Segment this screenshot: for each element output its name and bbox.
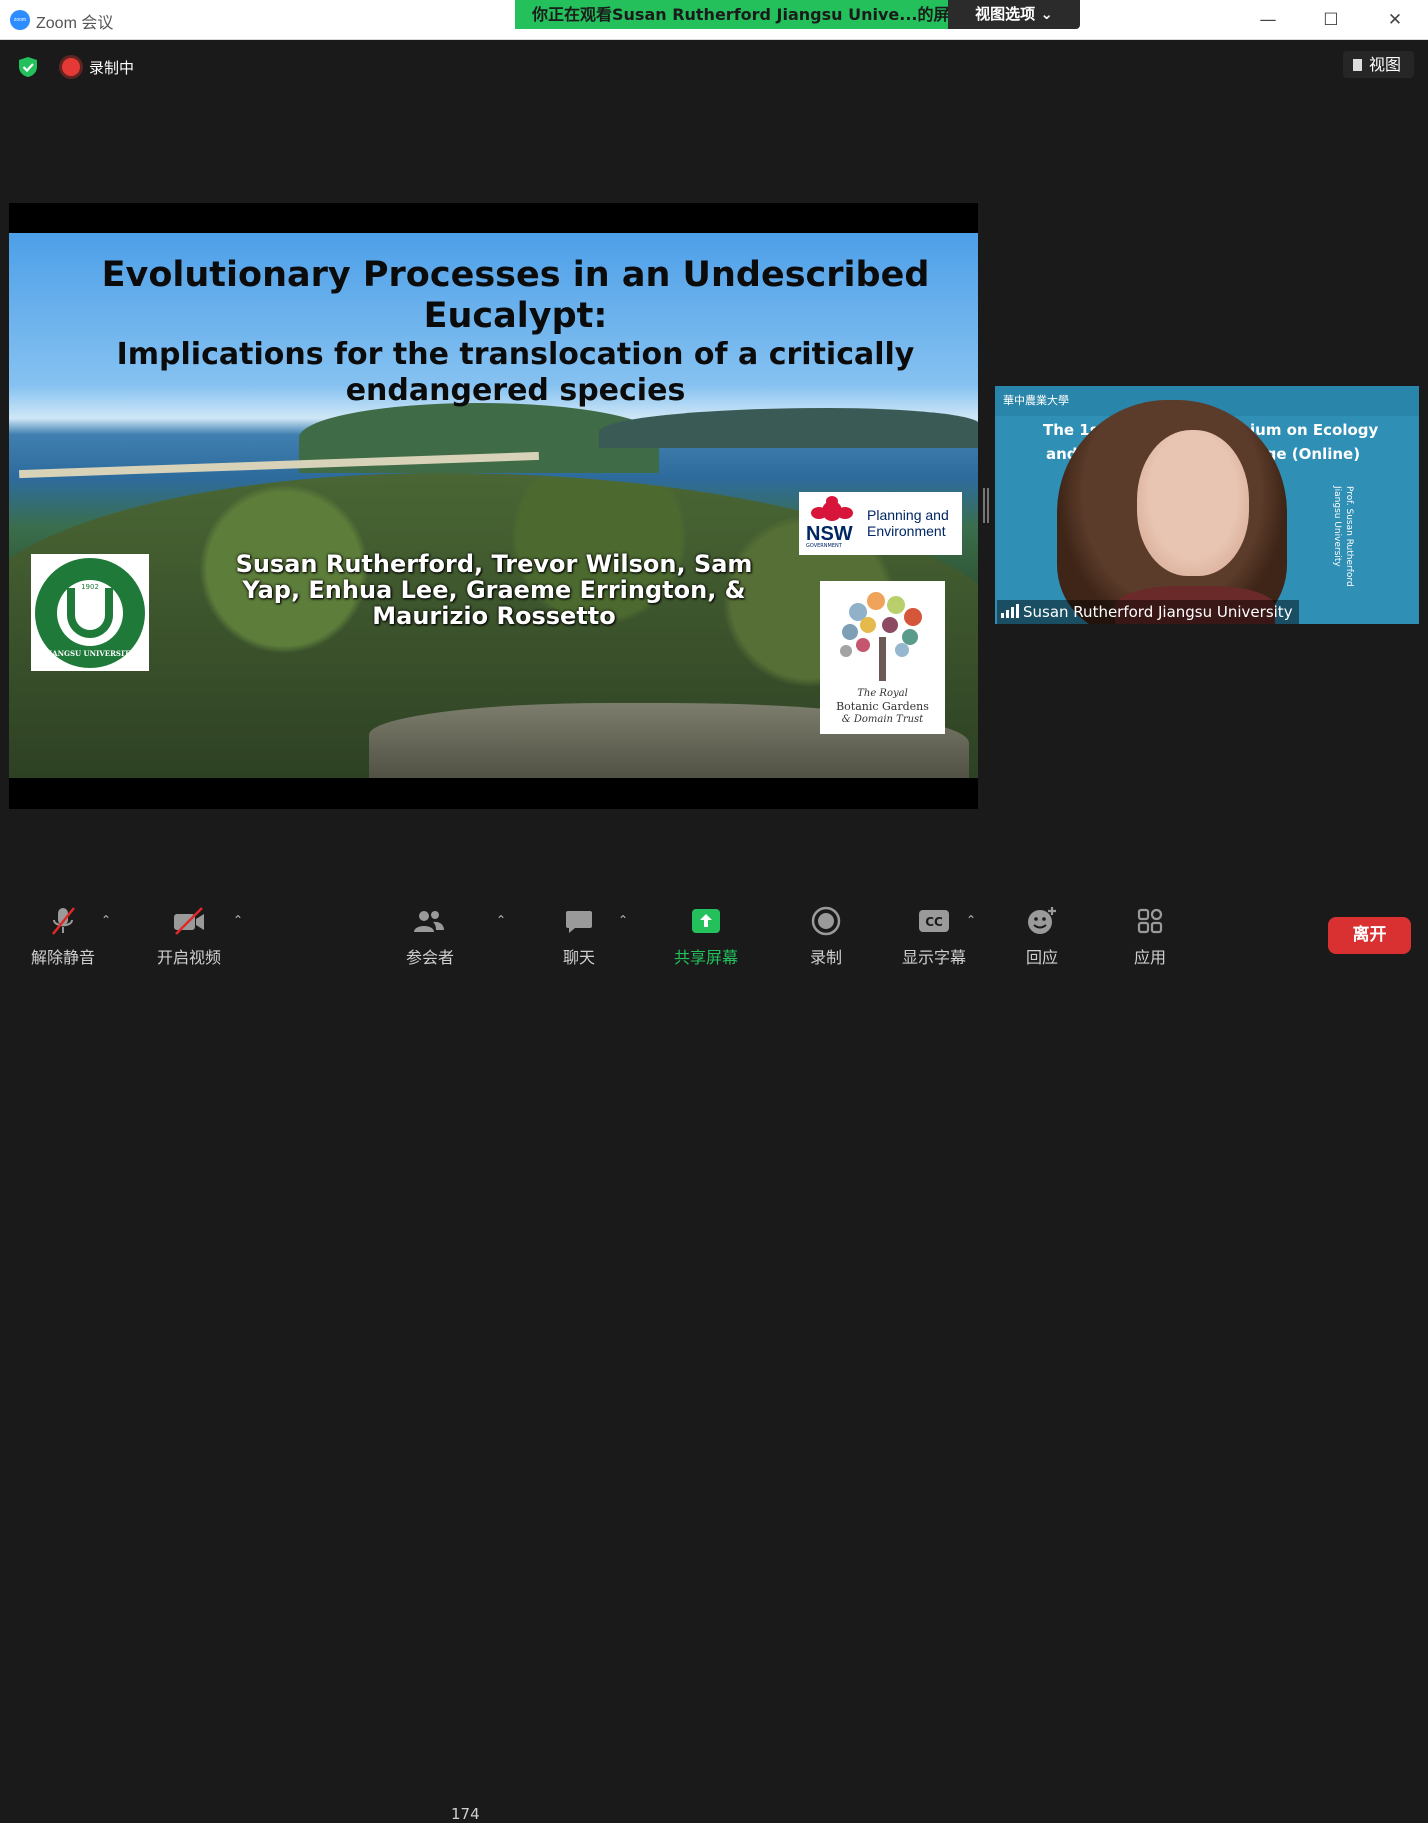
split-view-handle[interactable] (983, 488, 989, 523)
layout-icon (1353, 59, 1362, 71)
participant-name-label: Susan Rutherford Jiangsu University (997, 600, 1299, 624)
view-options-button[interactable]: 视图选项 ⌄ (948, 0, 1080, 29)
nsw-line2: Environment (867, 523, 946, 539)
shared-screen: Evolutionary Processes in an Undescribed… (9, 203, 978, 809)
university-logo: 華中農業大學 (1003, 394, 1069, 407)
close-icon[interactable]: ✕ (1383, 8, 1407, 32)
background-vertical-text: Prof. Susan Rutherford Jiangsu Universit… (1332, 486, 1354, 587)
participants-button[interactable]: 参会者 (404, 905, 456, 968)
ju-logo-j (67, 588, 113, 638)
share-screen-icon (692, 909, 720, 933)
slide-title: Evolutionary Processes in an Undescribed… (101, 255, 930, 336)
participant-count: 174 (451, 1805, 480, 1823)
slide-subtitle: Implications for the translocation of a … (116, 337, 915, 408)
nsw-government: GOVERNMENT (806, 543, 842, 549)
participant-name: Susan Rutherford Jiangsu University (1023, 603, 1293, 621)
chat-bubble-icon (566, 911, 592, 933)
rbg-text: The Royal Botanic Gardens & Domain Trust (820, 687, 945, 726)
chat-label: 聊天 (562, 948, 595, 967)
captions-options-chevron-icon[interactable]: ⌃ (964, 913, 978, 927)
screen-share-banner: 你正在观看Susan Rutherford Jiangsu Unive...的屏… (515, 0, 948, 29)
captions-label: 显示字幕 (901, 948, 966, 967)
apps-button[interactable]: 应用 (1132, 905, 1168, 968)
start-video-label: 开启视频 (156, 948, 221, 967)
jiangsu-university-logo: 1902 JIANGSU UNIVERSITY (31, 554, 149, 671)
ju-logo-text: JIANGSU UNIVERSITY (45, 649, 135, 658)
rbg-line1: The Royal (857, 688, 908, 699)
share-screen-label: 共享屏幕 (673, 948, 738, 967)
captions-icon-text: CC (925, 915, 943, 929)
security-shield-icon[interactable] (17, 56, 39, 78)
nsw-line1: Planning and (867, 507, 949, 523)
closed-captions-icon: CC (919, 910, 949, 932)
apps-label: 应用 (1133, 948, 1166, 967)
minimize-icon[interactable]: — (1256, 8, 1280, 32)
participants-options-chevron-icon[interactable]: ⌃ (494, 913, 508, 927)
speaker-face (1137, 430, 1249, 576)
signal-strength-icon (1001, 604, 1019, 618)
participants-icon (414, 911, 444, 932)
microphone-muted-icon (52, 907, 75, 935)
unmute-button[interactable]: 解除静音 (28, 905, 98, 968)
participants-label: 参会者 (405, 948, 454, 967)
rbg-line2: Botanic Gardens (836, 700, 929, 713)
captions-button[interactable]: CC 显示字幕 (899, 905, 969, 968)
ju-logo-inner: 1902 (57, 580, 123, 646)
distant-hills (599, 408, 978, 448)
record-icon (811, 906, 841, 936)
royal-botanic-gardens-logo: The Royal Botanic Gardens & Domain Trust (820, 581, 945, 734)
unmute-label: 解除静音 (30, 948, 95, 967)
view-label: 视图 (1369, 55, 1402, 74)
share-screen-button[interactable]: 共享屏幕 (671, 905, 741, 968)
tree-icon (840, 592, 922, 681)
record-label: 录制 (809, 948, 842, 967)
title-bar: zoom Zoom 会议 你正在观看Susan Rutherford Jiang… (0, 0, 1428, 40)
audio-options-chevron-icon[interactable]: ⌃ (99, 913, 113, 927)
start-video-button[interactable]: 开启视频 (154, 905, 224, 968)
leave-meeting-button[interactable]: 离开 (1328, 917, 1411, 954)
chat-button[interactable]: 聊天 (561, 905, 597, 968)
record-button[interactable]: 录制 (808, 905, 844, 968)
nsw-planning-logo: NSW GOVERNMENT Planning and Environment (799, 492, 962, 555)
recording-icon (62, 58, 80, 76)
reactions-button[interactable]: 回应 (1024, 905, 1060, 968)
recording-label: 录制中 (89, 59, 135, 77)
nsw-department: Planning and Environment (867, 507, 949, 539)
background-text-line1b: ium on Ecology (1250, 421, 1379, 439)
meeting-toolbar: 解除静音 ⌃ 开启视频 ⌃ 参会者 174 ⌃ 聊天 ⌃ 共享屏幕 录制 CC … (0, 893, 1428, 1823)
maximize-icon[interactable]: ☐ (1319, 8, 1343, 32)
reactions-label: 回应 (1025, 948, 1058, 967)
view-button[interactable]: 视图 (1343, 51, 1414, 78)
rbg-line3: & Domain Trust (841, 714, 924, 725)
participant-video-tile[interactable]: 華中農業大學 The 1st Inter and Evolu ium on Ec… (995, 386, 1419, 624)
chat-options-chevron-icon[interactable]: ⌃ (616, 913, 630, 927)
slide-authors: Susan Rutherford, Trevor Wilson, Sam Yap… (235, 550, 753, 630)
apps-icon (1137, 908, 1163, 934)
ju-logo-ring: 1902 JIANGSU UNIVERSITY (35, 558, 145, 668)
video-off-icon (174, 907, 204, 935)
presentation-slide: Evolutionary Processes in an Undescribed… (9, 233, 978, 778)
emoji-reaction-icon (1028, 907, 1056, 934)
zoom-logo-icon: zoom (10, 10, 30, 30)
window-title: Zoom 会议 (36, 15, 114, 32)
video-options-chevron-icon[interactable]: ⌃ (231, 913, 245, 927)
waratah-icon (811, 496, 853, 521)
